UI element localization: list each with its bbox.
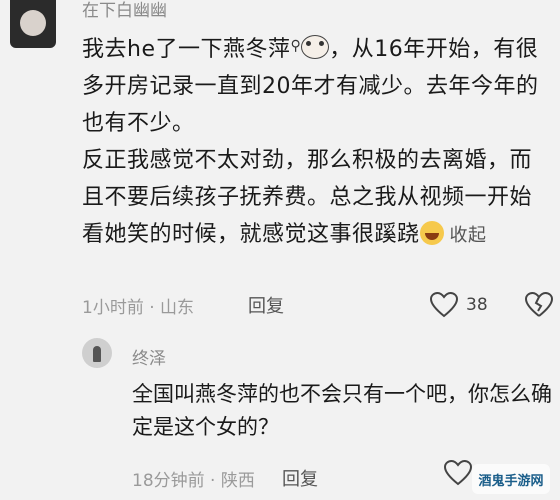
magnifier-icon: ⚲ xyxy=(290,38,302,54)
avatar[interactable] xyxy=(82,338,112,368)
comment-location: 山东 xyxy=(160,298,195,318)
comment-username[interactable]: 终泽 xyxy=(132,344,166,369)
comment-text-part: 我去he了一下燕冬萍 xyxy=(82,37,291,62)
comment-meta: 18分钟前 · 陕西 xyxy=(132,471,255,491)
heart-icon xyxy=(430,292,458,318)
watermark-logo: 酒鬼手游网 xyxy=(472,464,550,494)
comment-location: 陕西 xyxy=(220,471,255,491)
broken-heart-icon xyxy=(524,292,554,318)
comment-text: 我去he了一下燕冬萍⚲ ，从16年开始，有很多开房记录一直到20年才有减少。去年今… xyxy=(82,28,552,254)
like-button[interactable] xyxy=(444,460,472,486)
laugh-cry-emoji-icon xyxy=(419,221,444,245)
comment-text: 全国叫燕冬萍的也不会只有一个吧，你怎么确定是这个女的？ xyxy=(132,382,552,439)
reply-button[interactable]: 回复 xyxy=(282,465,318,491)
collapse-button[interactable]: 收起 xyxy=(450,225,487,246)
comment-meta: 1小时前 · 山东 xyxy=(82,298,195,318)
heart-icon xyxy=(444,460,472,486)
dislike-button[interactable] xyxy=(524,292,554,318)
comment-time: 18分钟前 xyxy=(132,471,205,491)
avatar[interactable] xyxy=(10,0,56,48)
comment-username[interactable]: 在下白幽幽 xyxy=(82,0,167,21)
reply-button[interactable]: 回复 xyxy=(248,292,284,318)
comment-time: 1小时前 xyxy=(82,298,144,318)
like-button[interactable]: 38 xyxy=(430,292,488,318)
like-count: 38 xyxy=(466,295,488,315)
dog-emoji-icon xyxy=(301,35,330,59)
